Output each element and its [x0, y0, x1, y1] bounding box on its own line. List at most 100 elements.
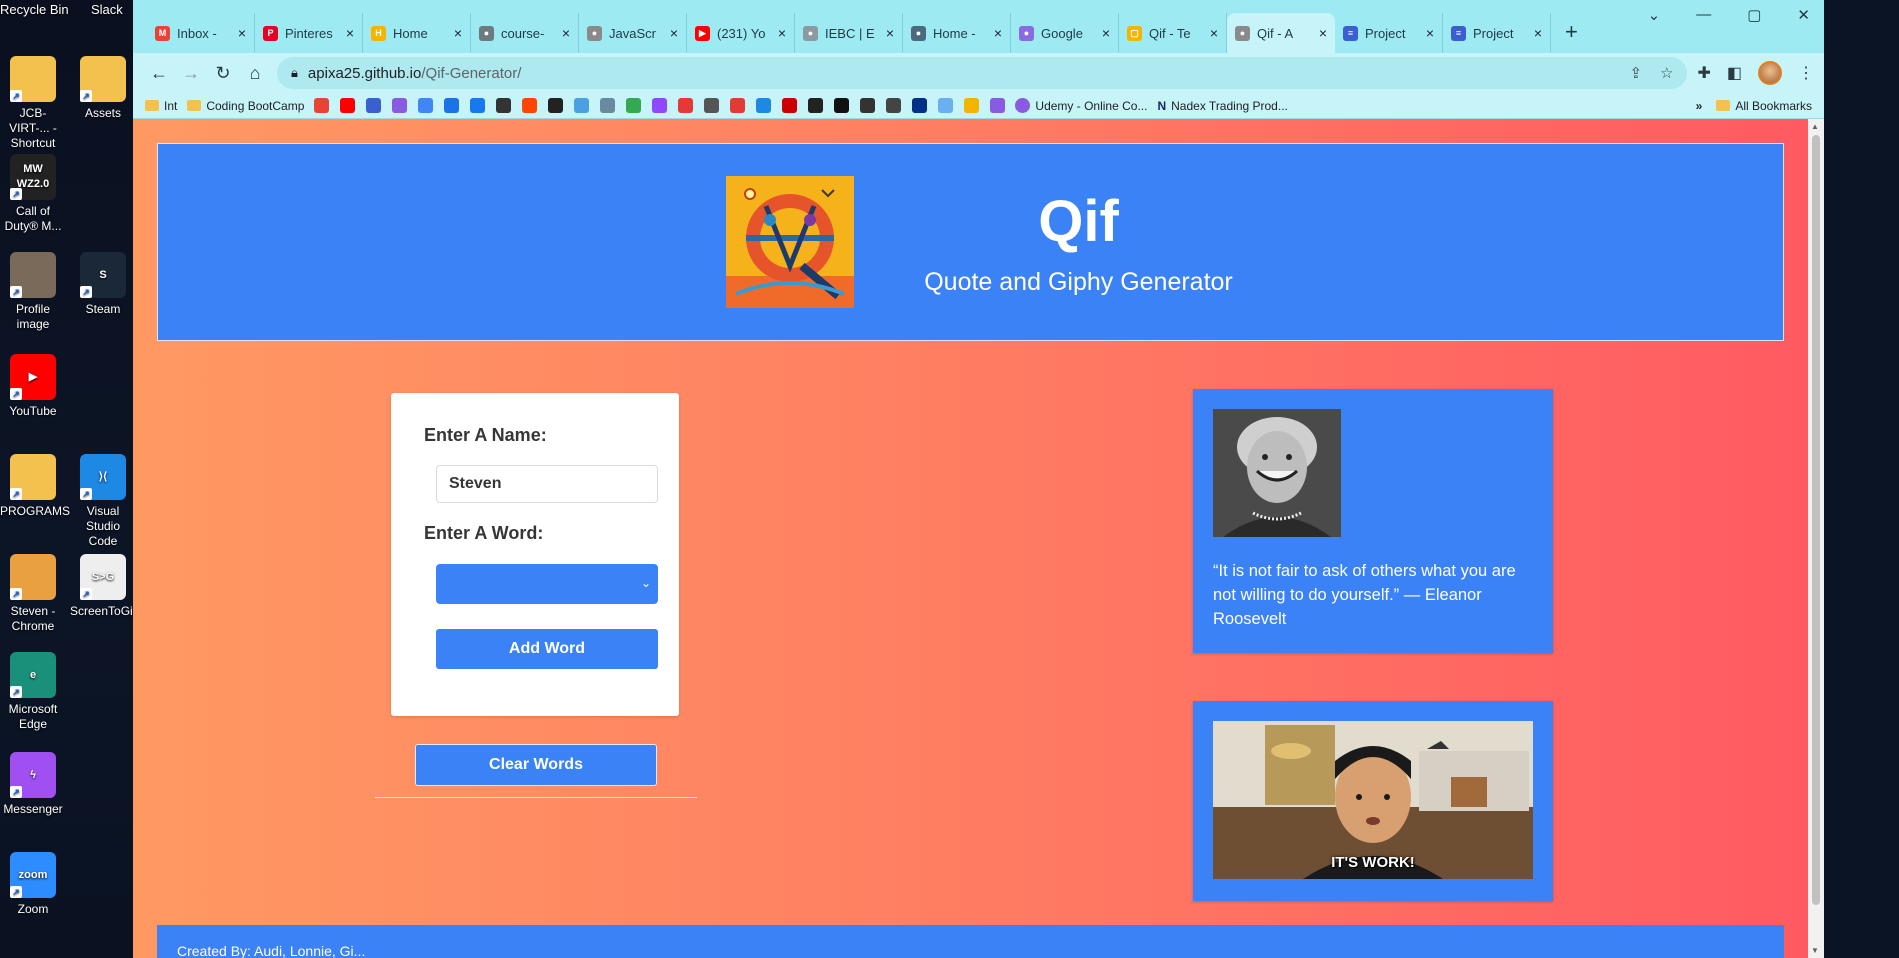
extensions-puzzle-icon[interactable]: ✚ [1697, 63, 1710, 83]
desktop-icon-3[interactable]: ↗ Profile image [0, 252, 66, 332]
bookmark-favicon-icon-0[interactable] [314, 98, 330, 113]
desktop-label-recycle-bin[interactable]: Recycle Bin [0, 2, 69, 17]
share-icon[interactable]: ⇪ [1629, 64, 1642, 82]
back-arrow-icon[interactable]: ← [143, 63, 175, 84]
desktop-icon-1[interactable]: ↗ Assets [70, 56, 136, 121]
bookmark-favicon-icon-13[interactable] [652, 98, 668, 113]
desktop-icon-0[interactable]: ↗ JCB-VIRT-... - Shortcut [0, 56, 66, 151]
tab-close-icon[interactable]: × [454, 25, 462, 41]
browser-tab-3[interactable]: ● course- × [471, 13, 579, 53]
desktop-icon-9[interactable]: S>G ↗ ScreenToGif [70, 554, 136, 619]
browser-tab-9[interactable]: ▢ Qif - Te × [1119, 13, 1227, 53]
bookmark-favicon-icon-23[interactable] [912, 98, 928, 113]
desktop-icon-10[interactable]: e ↗ Microsoft Edge [0, 652, 66, 732]
tab-close-icon[interactable]: × [1102, 25, 1110, 41]
bookmark-favicon-icon-22[interactable] [886, 98, 902, 113]
bookmark-folder-coding-bootcamp[interactable]: Coding BootCamp [187, 99, 304, 113]
bookmark-favicon-icon-17[interactable] [756, 98, 772, 113]
tab-close-icon[interactable]: × [1319, 25, 1327, 41]
desktop-icon-2[interactable]: MW WZ2.0 ↗ Call of Duty® M... [0, 154, 66, 234]
bookmark-favicon-icon-7[interactable] [496, 98, 512, 113]
side-panel-icon[interactable]: ◧ [1727, 63, 1742, 83]
maximize-button[interactable]: ▢ [1747, 6, 1761, 24]
bookmark-favicon-icon-18[interactable] [782, 98, 798, 113]
bookmark-udemy[interactable]: Udemy - Online Co... [1015, 98, 1147, 113]
menu-kebab-icon[interactable]: ⋮ [1798, 63, 1814, 83]
scroll-up-arrow-icon[interactable]: ▲ [1811, 122, 1819, 131]
browser-tab-0[interactable]: M Inbox - × [147, 13, 255, 53]
browser-tab-1[interactable]: P Pinteres × [255, 13, 363, 53]
bookmark-favicon-icon-14[interactable] [678, 98, 694, 113]
bookmark-favicon-icon-1[interactable] [340, 98, 356, 113]
bookmark-nadex[interactable]: N Nadex Trading Prod... [1157, 99, 1287, 113]
tab-close-icon[interactable]: × [346, 25, 354, 41]
desktop-icon-12[interactable]: zoom ↗ Zoom [0, 852, 66, 917]
tab-close-icon[interactable]: × [994, 25, 1002, 41]
bookmark-favicon-icon-20[interactable] [834, 98, 850, 113]
tab-close-icon[interactable]: × [1534, 25, 1542, 41]
bookmark-favicon-icon-6[interactable] [470, 98, 486, 113]
address-bar[interactable]: 🔒︎ apixa25.github.io/Qif-Generator/ ⇪ ☆ [277, 57, 1688, 89]
profile-avatar[interactable] [1758, 61, 1782, 85]
bookmark-favicon-icon-2[interactable] [366, 98, 382, 113]
browser-tab-8[interactable]: ● Google × [1011, 13, 1119, 53]
bookmark-favicon-icon-8[interactable] [522, 98, 538, 113]
forward-arrow-icon[interactable]: → [175, 63, 207, 84]
scrollbar-thumb[interactable] [1812, 135, 1820, 905]
desktop-icon-4[interactable]: S ↗ Steam [70, 252, 136, 317]
browser-tab-11[interactable]: ≡ Project × [1335, 13, 1443, 53]
clear-words-button[interactable]: Clear Words [415, 744, 657, 786]
chevron-down-icon[interactable]: ⌄ [1648, 6, 1661, 24]
bookmark-favicon-icon-19[interactable] [808, 98, 824, 113]
tab-close-icon[interactable]: × [1210, 25, 1218, 41]
add-word-button[interactable]: Add Word [436, 629, 658, 669]
tab-close-icon[interactable]: × [778, 25, 786, 41]
bookmark-star-icon[interactable]: ☆ [1660, 64, 1673, 82]
bookmark-favicon-icon-11[interactable] [600, 98, 616, 113]
name-input[interactable] [436, 465, 658, 503]
desktop-icon-11[interactable]: ϟ ↗ Messenger [0, 752, 66, 817]
bookmark-favicon-icon-12[interactable] [626, 98, 642, 113]
tab-close-icon[interactable]: × [670, 25, 678, 41]
browser-tab-7[interactable]: ● Home - × [903, 13, 1011, 53]
browser-tab-2[interactable]: H Home × [363, 13, 471, 53]
browser-tab-5[interactable]: ▶ (231) Yo × [687, 13, 795, 53]
tab-close-icon[interactable]: × [886, 25, 894, 41]
bookmark-favicon-icon-5[interactable] [444, 98, 460, 113]
new-tab-button[interactable]: + [1565, 19, 1578, 45]
bookmark-favicon-icon-15[interactable] [704, 98, 720, 113]
bookmark-favicon-icon-26[interactable] [990, 98, 1006, 113]
tab-close-icon[interactable]: × [238, 25, 246, 41]
bookmark-favicon-icon-25[interactable] [964, 98, 980, 113]
bookmark-favicon-icon-9[interactable] [548, 98, 564, 113]
page-scrollbar[interactable]: ▲ ▼ [1808, 119, 1824, 958]
bookmark-favicon-icon-3[interactable] [392, 98, 408, 113]
all-bookmarks-button[interactable]: All Bookmarks [1716, 99, 1812, 113]
browser-tab-4[interactable]: ● JavaScr × [579, 13, 687, 53]
reload-icon[interactable]: ↻ [207, 63, 239, 84]
desktop-icon-5[interactable]: ▶ ↗ YouTube [0, 354, 66, 419]
tab-close-icon[interactable]: × [562, 25, 570, 41]
scroll-down-arrow-icon[interactable]: ▼ [1811, 946, 1819, 955]
tab-close-icon[interactable]: × [1426, 25, 1434, 41]
browser-tab-6[interactable]: ● IEBC | E × [795, 13, 903, 53]
bookmark-favicon-icon-4[interactable] [418, 98, 434, 113]
bookmarks-overflow-button[interactable]: » [1696, 99, 1703, 113]
bookmark-favicon-icon-24[interactable] [938, 98, 954, 113]
bookmark-folder-int[interactable]: Int [145, 99, 177, 113]
home-icon[interactable]: ⌂ [239, 63, 271, 84]
desktop-icon-6[interactable]: ↗ PROGRAMS [0, 454, 70, 519]
browser-tab-10[interactable]: ● Qif - A × [1227, 13, 1335, 53]
minimize-button[interactable]: — [1696, 6, 1711, 24]
desktop-label-slack[interactable]: Slack [91, 2, 123, 17]
browser-tab-12[interactable]: ≡ Project × [1443, 13, 1551, 53]
bookmark-favicon-icon-16[interactable] [730, 98, 746, 113]
desktop-icon-8[interactable]: ↗ Steven - Chrome [0, 554, 66, 634]
lock-icon[interactable]: 🔒︎ [291, 65, 298, 81]
bookmark-favicon-icon-10[interactable] [574, 98, 590, 113]
close-window-button[interactable]: ✕ [1797, 6, 1810, 24]
desktop-icon-7[interactable]: ⟩⟨ ↗ Visual Studio Code [70, 454, 136, 549]
bookmark-favicon-icon-21[interactable] [860, 98, 876, 113]
tab-label: Qif - A [1257, 25, 1294, 41]
word-select[interactable]: ⌄ [436, 564, 658, 604]
